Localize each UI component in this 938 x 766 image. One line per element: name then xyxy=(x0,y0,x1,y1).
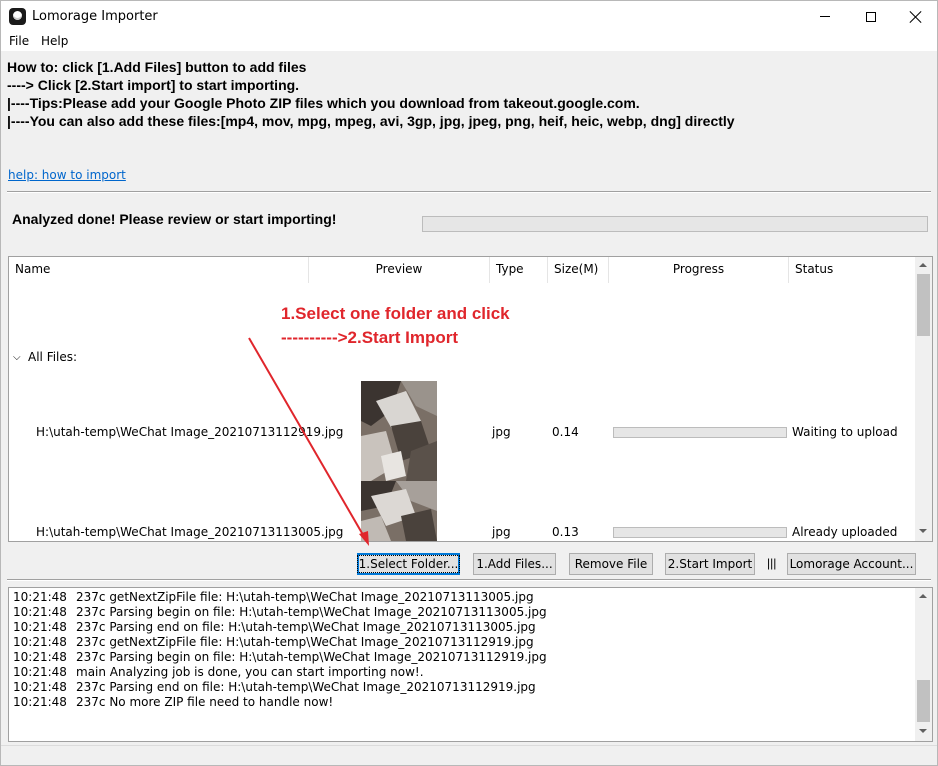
separator xyxy=(7,579,931,581)
file-tree[interactable]: Name Preview Type Size(M) Progress Statu… xyxy=(8,256,933,542)
separator xyxy=(7,191,931,193)
maximize-icon xyxy=(866,11,876,22)
log-line: 10:21:48 237c getNextZipFile file: H:\uta… xyxy=(13,635,534,649)
log-time: 10:21:48 xyxy=(13,680,67,694)
minimize-button[interactable] xyxy=(802,1,848,32)
scrollbar-thumb[interactable] xyxy=(917,680,930,722)
instruction-line: ----> Click [2.Start import] to start im… xyxy=(7,77,300,93)
file-status: Waiting to upload xyxy=(792,425,898,439)
minimize-icon xyxy=(820,16,830,17)
log-line: 10:21:48 main Analyzing job is done, you … xyxy=(13,665,424,679)
start-import-label: 2.Start Import xyxy=(667,557,753,571)
log-line: 10:21:48 237c Parsing begin on file: H:\u… xyxy=(13,605,547,619)
log-message: 237c getNextZipFile file: H:\utah-temp\W… xyxy=(76,590,534,604)
preview-thumbnail xyxy=(361,481,437,541)
log-panel[interactable]: 10:21:48 237c getNextZipFile file: H:\uta… xyxy=(8,587,933,742)
log-line: 10:21:48 237c Parsing begin on file: H:\u… xyxy=(13,650,547,664)
log-message: 237c getNextZipFile file: H:\utah-temp\W… xyxy=(76,635,534,649)
instruction-line: |----Tips:Please add your Google Photo Z… xyxy=(7,95,640,111)
row-progress-bar xyxy=(613,527,787,538)
select-folder-label: 1.Select Folder... xyxy=(356,555,461,573)
add-files-button[interactable]: 1.Add Files... xyxy=(473,553,556,575)
column-header-status[interactable]: Status xyxy=(789,257,915,283)
log-time: 10:21:48 xyxy=(13,650,67,664)
scroll-down-icon[interactable] xyxy=(919,529,927,533)
row-progress-bar xyxy=(613,427,787,438)
log-time: 10:21:48 xyxy=(13,665,67,679)
column-header-progress[interactable]: Progress xyxy=(609,257,789,283)
column-header-name[interactable]: Name xyxy=(9,257,309,283)
analysis-progress-bar xyxy=(422,216,928,232)
log-message: 237c Parsing begin on file: H:\utah-temp… xyxy=(76,605,547,619)
close-icon xyxy=(910,11,922,23)
menu-file[interactable]: File xyxy=(9,34,29,48)
file-size: 0.14 xyxy=(552,425,579,439)
lomorage-account-label: Lomorage Account... xyxy=(789,557,914,571)
file-type: jpg xyxy=(492,425,511,439)
log-message: 237c Parsing begin on file: H:\utah-temp… xyxy=(76,650,547,664)
column-header-type[interactable]: Type xyxy=(490,257,548,283)
start-import-button[interactable]: 2.Start Import xyxy=(665,553,755,575)
importer-window: Lomorage Importer File Help How to: clic… xyxy=(0,0,938,766)
log-message: 237c No more ZIP file need to handle now… xyxy=(76,695,334,709)
column-header-preview[interactable]: Preview xyxy=(309,257,490,283)
instructions: How to: click [1.Add Files] button to ad… xyxy=(7,58,927,130)
chevron-down-icon[interactable]: ⌵ xyxy=(13,352,21,363)
annotation-line-1: 1.Select one folder and click xyxy=(281,304,510,323)
scroll-up-icon[interactable] xyxy=(919,594,927,598)
annotation-line-2: ---------->2.Start Import xyxy=(281,328,459,347)
scroll-down-icon[interactable] xyxy=(919,729,927,733)
log-line: 10:21:48 237c Parsing end on file: H:\uta… xyxy=(13,620,536,634)
file-size: 0.13 xyxy=(552,525,579,539)
remove-file-label: Remove File xyxy=(574,557,648,571)
log-time: 10:21:48 xyxy=(13,695,67,709)
log-time: 10:21:48 xyxy=(13,620,67,634)
title-bar: Lomorage Importer xyxy=(1,1,937,32)
log-line: 10:21:48 237c Parsing end on file: H:\uta… xyxy=(13,680,536,694)
log-line: 10:21:48 237c getNextZipFile file: H:\uta… xyxy=(13,590,534,604)
lomorage-account-button[interactable]: Lomorage Account... xyxy=(787,553,916,575)
status-bar xyxy=(1,745,937,765)
group-all-files[interactable]: All Files: xyxy=(28,350,77,364)
log-time: 10:21:48 xyxy=(13,590,67,604)
window-title: Lomorage Importer xyxy=(32,9,158,24)
log-time: 10:21:48 xyxy=(13,635,67,649)
button-separator: ||| xyxy=(767,556,777,570)
file-name[interactable]: H:\utah-temp\WeChat Image_20210713112919… xyxy=(36,425,343,439)
preview-thumbnail xyxy=(361,381,437,481)
help-how-to-import-link[interactable]: help: how to import xyxy=(8,168,126,182)
log-message: 237c Parsing end on file: H:\utah-temp\W… xyxy=(76,680,536,694)
remove-file-button[interactable]: Remove File xyxy=(569,553,653,575)
maximize-button[interactable] xyxy=(848,1,894,32)
file-status: Already uploaded xyxy=(792,525,898,539)
scroll-up-icon[interactable] xyxy=(919,263,927,267)
menu-bar: File Help xyxy=(1,32,937,51)
menu-help[interactable]: Help xyxy=(41,34,68,48)
instruction-line: |----You can also add these files:[mp4, … xyxy=(7,113,735,129)
log-time: 10:21:48 xyxy=(13,605,67,619)
close-button[interactable] xyxy=(893,1,938,32)
select-folder-button[interactable]: 1.Select Folder... xyxy=(356,553,461,575)
log-line: 10:21:48 237c No more ZIP file need to ha… xyxy=(13,695,333,709)
lomorage-app-icon xyxy=(9,8,26,25)
column-header-size[interactable]: Size(M) xyxy=(548,257,609,283)
analysis-status: Analyzed done! Please review or start im… xyxy=(12,211,337,227)
log-scrollbar[interactable] xyxy=(915,588,932,741)
file-tree-scrollbar[interactable] xyxy=(915,257,932,541)
file-name[interactable]: H:\utah-temp\WeChat Image_20210713113005… xyxy=(36,525,343,539)
log-message: 237c Parsing end on file: H:\utah-temp\W… xyxy=(76,620,536,634)
add-files-label: 1.Add Files... xyxy=(476,557,553,571)
file-type: jpg xyxy=(492,525,511,539)
instruction-line: How to: click [1.Add Files] button to ad… xyxy=(7,59,307,75)
scrollbar-thumb[interactable] xyxy=(917,274,930,336)
log-message: main Analyzing job is done, you can star… xyxy=(76,665,424,679)
